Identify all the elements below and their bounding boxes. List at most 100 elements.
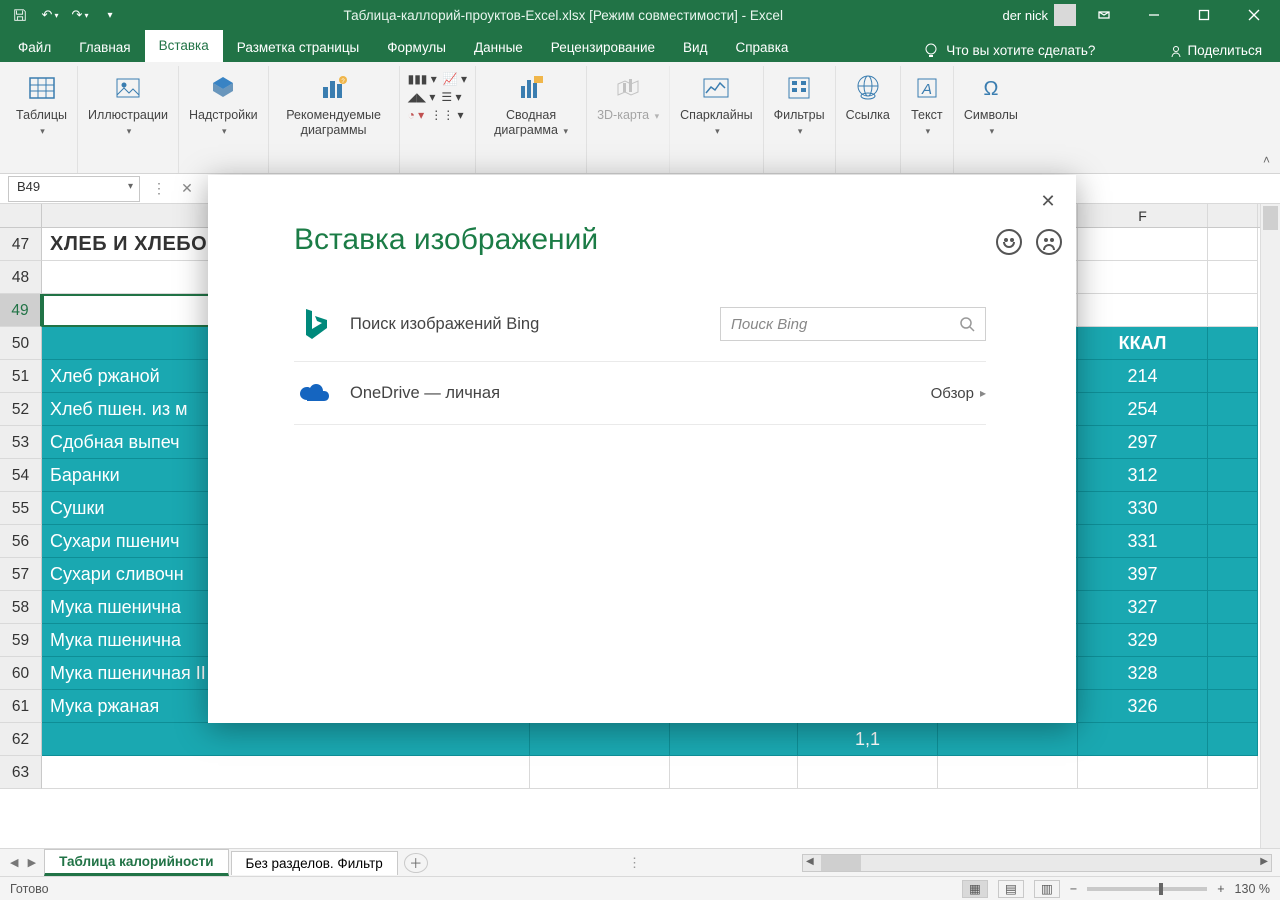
row-header[interactable]: 48 xyxy=(0,261,42,294)
ribbon-recommended-charts[interactable]: ? Рекомендуемые диаграммы xyxy=(269,66,400,173)
row-header[interactable]: 61 xyxy=(0,690,42,723)
hbar-chart-icon[interactable]: ☰ ▾ xyxy=(441,90,461,104)
pie-chart-icon[interactable]: ◔ ▾ xyxy=(408,108,425,122)
sheet-nav[interactable]: ◀ ▶ xyxy=(4,856,42,869)
ribbon-text[interactable]: A Текст▾ xyxy=(901,66,954,173)
ribbon-sparklines[interactable]: Спарклайны▾ xyxy=(670,66,763,173)
cell[interactable] xyxy=(1208,492,1258,525)
cell[interactable] xyxy=(670,756,798,789)
splitter-handle[interactable]: ⋮ xyxy=(628,855,642,871)
view-pagelayout-icon[interactable]: ▤ xyxy=(998,880,1024,898)
col-header-f[interactable]: F xyxy=(1078,204,1208,227)
cell[interactable]: 326 xyxy=(1078,690,1208,723)
cell[interactable] xyxy=(798,756,938,789)
tab-insert[interactable]: Вставка xyxy=(145,30,223,62)
cell[interactable] xyxy=(42,756,530,789)
line-chart-icon[interactable]: 📈 ▾ xyxy=(443,72,467,86)
tab-file[interactable]: Файл xyxy=(4,34,65,62)
cell[interactable] xyxy=(1078,228,1208,261)
cell[interactable]: 328 xyxy=(1078,657,1208,690)
fx-cancel-icon[interactable]: ⋮ xyxy=(146,176,172,202)
close-button[interactable] xyxy=(1232,0,1276,30)
area-chart-icon[interactable]: ◢◣ ▾ xyxy=(408,90,436,104)
ribbon-illustrations[interactable]: Иллюстрации▾ xyxy=(78,66,179,173)
cell[interactable] xyxy=(1208,228,1258,261)
scatter-chart-icon[interactable]: ⋮⋮ ▾ xyxy=(430,108,463,122)
cell[interactable] xyxy=(1078,723,1208,756)
name-box[interactable]: B49 xyxy=(8,176,140,202)
cell[interactable]: 327 xyxy=(1078,591,1208,624)
table-row[interactable]: 621,1 xyxy=(0,723,1280,756)
row-header[interactable]: 49 xyxy=(0,294,42,327)
row-header[interactable]: 53 xyxy=(0,426,42,459)
bar-chart-icon[interactable]: ▮▮▮ ▾ xyxy=(408,72,437,86)
horizontal-scrollbar[interactable] xyxy=(802,854,1272,872)
row-header[interactable]: 55 xyxy=(0,492,42,525)
cell[interactable] xyxy=(530,723,670,756)
feedback-smile-icon[interactable] xyxy=(996,229,1022,255)
cell[interactable]: 214 xyxy=(1078,360,1208,393)
row-header[interactable]: 56 xyxy=(0,525,42,558)
cell[interactable] xyxy=(1078,261,1208,294)
cell[interactable] xyxy=(1208,525,1258,558)
zoom-out-icon[interactable]: − xyxy=(1070,882,1077,896)
zoom-in-icon[interactable]: + xyxy=(1217,882,1224,896)
cell[interactable] xyxy=(1208,690,1258,723)
zoom-level[interactable]: 130 % xyxy=(1235,882,1270,896)
cell[interactable] xyxy=(1078,756,1208,789)
sheet-tab-1[interactable]: Таблица калорийности xyxy=(44,849,228,876)
bing-search-box[interactable] xyxy=(720,307,986,341)
bing-search-input[interactable] xyxy=(731,316,975,333)
onedrive-browse-button[interactable]: Обзор xyxy=(931,385,986,402)
cell[interactable] xyxy=(1208,591,1258,624)
sheet-tab-2[interactable]: Без разделов. Фильтр xyxy=(231,851,398,875)
cell[interactable] xyxy=(1078,294,1208,327)
tab-home[interactable]: Главная xyxy=(65,34,144,62)
cell[interactable]: 331 xyxy=(1078,525,1208,558)
dialog-close-button[interactable]: ✕ xyxy=(1036,189,1060,213)
undo-icon[interactable]: ↶ ▾ xyxy=(36,3,64,27)
tab-layout[interactable]: Разметка страницы xyxy=(223,34,373,62)
ribbon-tables[interactable]: Таблицы▾ xyxy=(6,66,78,173)
minimize-button[interactable] xyxy=(1132,0,1176,30)
ribbon-filters[interactable]: Фильтры▾ xyxy=(764,66,836,173)
zoom-slider[interactable] xyxy=(1087,887,1207,891)
tab-view[interactable]: Вид xyxy=(669,34,721,62)
cell[interactable]: ККАЛ xyxy=(1078,327,1208,360)
share-button[interactable]: Поделиться xyxy=(1161,39,1270,62)
cell[interactable] xyxy=(42,723,530,756)
feedback-sad-icon[interactable] xyxy=(1036,229,1062,255)
row-header[interactable]: 63 xyxy=(0,756,42,789)
cell[interactable] xyxy=(1208,261,1258,294)
cell[interactable] xyxy=(1208,360,1258,393)
cell[interactable] xyxy=(1208,756,1258,789)
ribbon-addons[interactable]: Надстройки▾ xyxy=(179,66,269,173)
row-header[interactable]: 47 xyxy=(0,228,42,261)
cell[interactable] xyxy=(1208,723,1258,756)
row-header[interactable]: 62 xyxy=(0,723,42,756)
tab-help[interactable]: Справка xyxy=(721,34,802,62)
ribbon-pivot-chart[interactable]: Сводная диаграмма ▾ xyxy=(476,66,587,173)
cell[interactable] xyxy=(1208,426,1258,459)
tab-formulas[interactable]: Формулы xyxy=(373,34,460,62)
cell[interactable] xyxy=(1208,624,1258,657)
cell[interactable] xyxy=(1208,558,1258,591)
row-header[interactable]: 57 xyxy=(0,558,42,591)
fx-cancel-icon[interactable]: ✕ xyxy=(174,176,200,202)
cell[interactable]: 330 xyxy=(1078,492,1208,525)
tab-data[interactable]: Данные xyxy=(460,34,537,62)
row-header[interactable]: 59 xyxy=(0,624,42,657)
save-icon[interactable] xyxy=(6,3,34,27)
col-header[interactable] xyxy=(1208,204,1258,227)
row-header[interactable]: 50 xyxy=(0,327,42,360)
qat-customize-icon[interactable]: ▾ xyxy=(96,3,124,27)
row-header[interactable]: 60 xyxy=(0,657,42,690)
cell[interactable]: 297 xyxy=(1078,426,1208,459)
cell[interactable] xyxy=(938,723,1078,756)
table-row[interactable]: 63 xyxy=(0,756,1280,789)
cell[interactable] xyxy=(530,756,670,789)
ribbon-chart-types[interactable]: ▮▮▮ ▾ 📈 ▾ ◢◣ ▾ ☰ ▾ ◔ ▾ ⋮⋮ ▾ xyxy=(400,66,476,173)
vertical-scrollbar[interactable] xyxy=(1260,204,1280,848)
cell[interactable] xyxy=(1208,657,1258,690)
cell[interactable]: 397 xyxy=(1078,558,1208,591)
